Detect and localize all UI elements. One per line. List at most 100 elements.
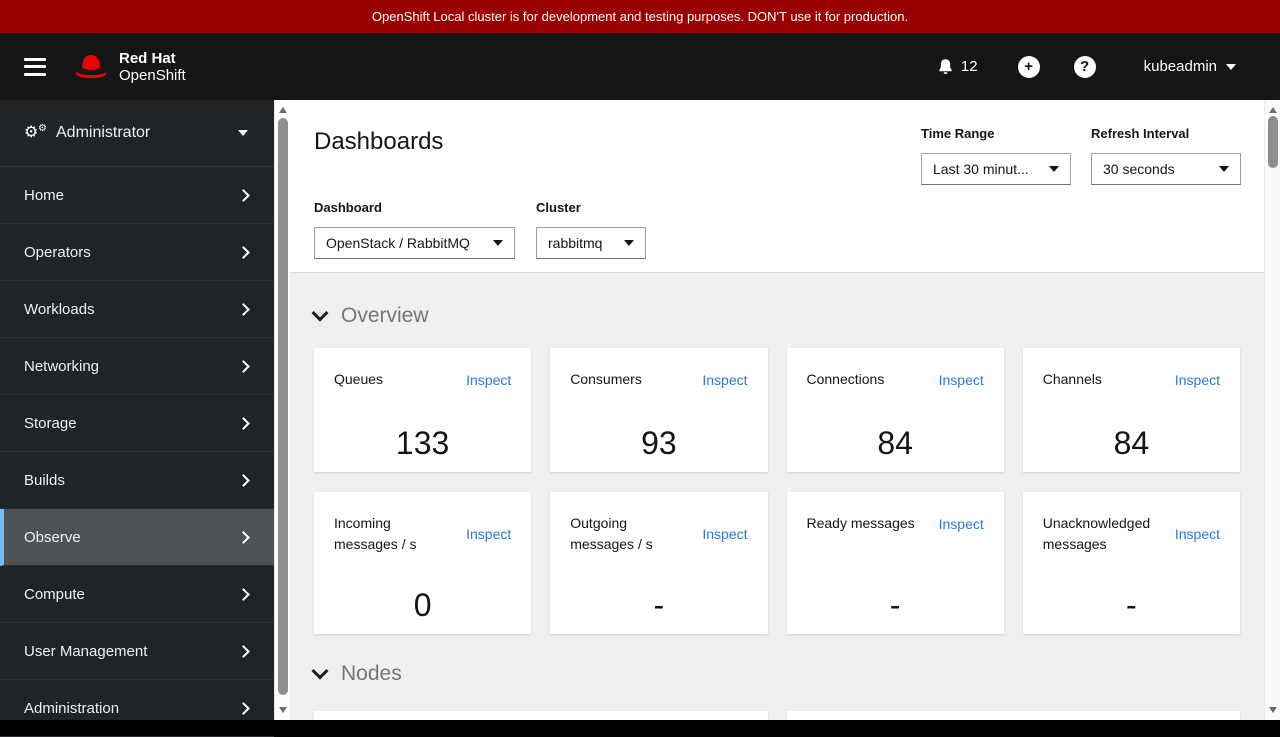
- scrollbar-thumb[interactable]: [278, 118, 288, 695]
- nodes-section-toggle[interactable]: Nodes: [311, 662, 402, 686]
- chevron-right-icon: [237, 188, 250, 202]
- help-button[interactable]: ?: [1073, 55, 1096, 78]
- masthead-toolbar: 12 + ? kubeadmin: [937, 55, 1280, 78]
- chevron-right-icon: [237, 302, 250, 316]
- overview-section-toggle[interactable]: Overview: [311, 304, 429, 328]
- card-outgoing-messages: Outgoing messages / s Inspect -: [550, 492, 768, 634]
- card-title: Ready messages: [806, 515, 915, 531]
- sidebar-item-label: Compute: [24, 585, 85, 603]
- chevron-right-icon: [237, 530, 250, 544]
- sidebar-item-operators[interactable]: Operators: [0, 224, 274, 281]
- section-title: Nodes: [341, 662, 402, 685]
- card-value: -: [889, 587, 901, 623]
- section-title: Overview: [341, 304, 429, 327]
- nav-toggle-button[interactable]: [24, 57, 46, 76]
- card-value: 133: [395, 425, 450, 461]
- inspect-link[interactable]: Inspect: [1175, 372, 1220, 388]
- time-range-value: Last 30 minut...: [933, 161, 1029, 177]
- chevron-right-icon: [237, 473, 250, 487]
- nodes-card: [786, 711, 1240, 720]
- scroll-down-arrow-icon[interactable]: [1269, 707, 1277, 713]
- card-value: 0: [413, 587, 432, 623]
- inspect-link[interactable]: Inspect: [1175, 526, 1220, 542]
- perspective-switcher[interactable]: ⚙ ⚙ Administrator: [0, 100, 274, 167]
- inspect-link[interactable]: Inspect: [702, 372, 747, 388]
- inspect-link[interactable]: Inspect: [702, 526, 747, 542]
- time-range-select[interactable]: Last 30 minut...: [921, 153, 1071, 185]
- inspect-link[interactable]: Inspect: [466, 372, 511, 388]
- chevron-down-icon: [311, 304, 329, 322]
- sidebar-item-user-management[interactable]: User Management: [0, 623, 274, 680]
- sidebar-item-workloads[interactable]: Workloads: [0, 281, 274, 338]
- cluster-label: Cluster: [536, 200, 581, 215]
- sidebar-item-networking[interactable]: Networking: [0, 338, 274, 395]
- quick-create-button[interactable]: +: [1017, 55, 1040, 78]
- redhat-fedora-icon: [75, 54, 107, 78]
- brand-logo: Red Hat OpenShift: [72, 50, 186, 84]
- dashboard-select[interactable]: OpenStack / RabbitMQ: [314, 227, 515, 259]
- card-title: Consumers: [570, 371, 642, 387]
- cluster-select[interactable]: rabbitmq: [536, 227, 646, 259]
- inspect-link[interactable]: Inspect: [939, 516, 984, 532]
- sidebar-item-administration[interactable]: Administration: [0, 680, 274, 737]
- card-ready-messages: Ready messages Inspect -: [786, 492, 1004, 634]
- dashboard-content: Dashboards Time Range Last 30 minut... R…: [290, 100, 1264, 720]
- scrollbar-thumb[interactable]: [1268, 116, 1278, 168]
- sidebar-item-label: Administration: [24, 699, 120, 717]
- user-menu[interactable]: kubeadmin: [1144, 58, 1236, 75]
- sidebar-item-storage[interactable]: Storage: [0, 395, 274, 452]
- hamburger-icon: [24, 57, 46, 61]
- card-connections: Connections Inspect 84: [786, 348, 1004, 472]
- card-value: 84: [1113, 425, 1150, 461]
- sidebar-nav: ⚙ ⚙ Administrator Home Operators Workload…: [0, 100, 274, 737]
- bell-icon: [939, 58, 952, 74]
- sidebar-item-builds[interactable]: Builds: [0, 452, 274, 509]
- cluster-value: rabbitmq: [548, 235, 603, 251]
- scroll-up-arrow-icon[interactable]: [1269, 107, 1277, 113]
- page-title: Dashboards: [314, 128, 444, 155]
- content-scrollbar[interactable]: [274, 100, 291, 720]
- brand-line1: Red Hat: [119, 49, 176, 67]
- inspect-link[interactable]: Inspect: [466, 526, 511, 542]
- card-incoming-messages: Incoming messages / s Inspect 0: [314, 492, 532, 634]
- card-consumers: Consumers Inspect 93: [550, 348, 768, 472]
- sidebar-item-label: Workloads: [24, 300, 95, 318]
- dev-warning-text: OpenShift Local cluster is for developme…: [371, 9, 909, 24]
- sidebar-item-label: User Management: [24, 642, 148, 660]
- card-value: 93: [641, 425, 677, 461]
- sidebar-item-label: Storage: [24, 414, 77, 432]
- scroll-up-arrow-icon[interactable]: [279, 107, 287, 113]
- dashboards-header: Dashboards Time Range Last 30 minut... R…: [290, 100, 1264, 273]
- notifications-button[interactable]: 12: [937, 58, 978, 76]
- chevron-right-icon: [237, 587, 250, 601]
- dashboard-select-group: Dashboard OpenStack / RabbitMQ: [314, 201, 515, 259]
- chevron-right-icon: [237, 701, 250, 715]
- page-scrollbar[interactable]: [1264, 100, 1280, 720]
- overview-cards-row-2: Incoming messages / s Inspect 0 Outgoing…: [314, 492, 1240, 634]
- chevron-right-icon: [237, 359, 250, 373]
- card-value: -: [653, 587, 665, 623]
- sidebar-item-label: Builds: [24, 471, 65, 489]
- dashboard-body: Overview Queues Inspect 133 Consumers In…: [290, 274, 1264, 720]
- username: kubeadmin: [1143, 58, 1217, 75]
- card-unacknowledged-messages: Unacknowledged messages Inspect -: [1022, 492, 1240, 634]
- masthead: Red Hat OpenShift 12 + ? kubeadmin: [0, 33, 1280, 100]
- card-title: Queues: [334, 371, 384, 387]
- caret-down-icon: [493, 240, 503, 246]
- caret-down-icon: [1226, 63, 1236, 70]
- sidebar-item-compute[interactable]: Compute: [0, 566, 274, 623]
- card-title: Incoming messages / s: [334, 515, 417, 552]
- chevron-right-icon: [237, 245, 250, 259]
- scroll-down-arrow-icon[interactable]: [279, 707, 287, 713]
- sidebar-item-observe[interactable]: Observe: [0, 509, 274, 566]
- sidebar-item-label: Operators: [24, 243, 91, 261]
- sidebar-item-label: Networking: [24, 357, 100, 375]
- time-range-group: Time Range Last 30 minut...: [921, 127, 1071, 185]
- inspect-link[interactable]: Inspect: [939, 372, 984, 388]
- caret-down-icon: [238, 130, 248, 136]
- refresh-interval-select[interactable]: 30 seconds: [1091, 153, 1241, 185]
- sidebar-item-home[interactable]: Home: [0, 167, 274, 224]
- card-value: 84: [877, 425, 913, 461]
- nodes-cards-row: [314, 711, 1240, 720]
- refresh-interval-group: Refresh Interval 30 seconds: [1091, 127, 1241, 185]
